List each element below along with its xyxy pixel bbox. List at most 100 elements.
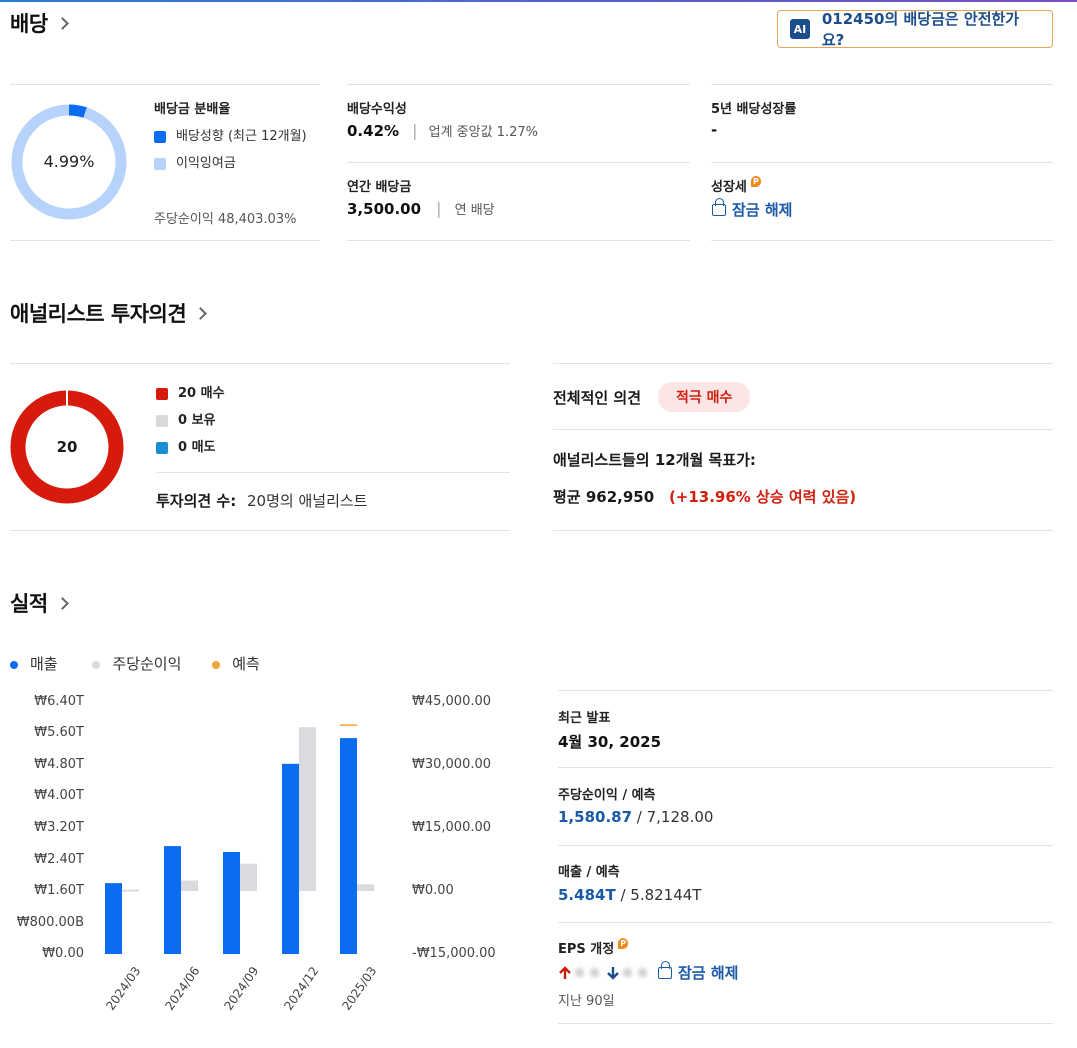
right-axis-tick: ₩30,000.00 <box>412 757 492 772</box>
ai-button-label: 012450의 배당금은 안전한가요? <box>821 10 1020 49</box>
blurred-value <box>638 968 647 977</box>
eps-bar <box>122 889 139 892</box>
target-price-label: 애널리스트들의 12개월 목표가: <box>553 451 756 469</box>
chevron-right-icon <box>194 306 208 320</box>
eps-bar <box>299 727 316 891</box>
divider <box>558 1023 1053 1024</box>
eps-actual-value: 1,580.87 <box>558 808 633 826</box>
blurred-value <box>590 968 599 977</box>
separator: | <box>436 199 442 218</box>
top-accent-line <box>0 0 1077 2</box>
earnings-title-text: 실적 <box>10 592 48 616</box>
divider <box>711 240 1053 241</box>
legend-retained: 이익잉여금 <box>154 152 236 171</box>
analyst-count-value: 20명의 애널리스트 <box>247 492 368 510</box>
revenue-forecast-value: / 5.82144T <box>615 886 702 904</box>
divider <box>553 429 1053 430</box>
legend-revenue-label: 매출 <box>30 655 58 673</box>
eps-forecast-label: 주당순이익 / 예측 <box>558 788 656 803</box>
legend-retained-label: 이익잉여금 <box>176 156 236 171</box>
left-axis-tick: ₩3.20T <box>34 820 84 835</box>
divider <box>10 530 510 531</box>
left-axis-tick: ₩4.80T <box>34 757 84 772</box>
eps-forecast-row: 1,580.87 / 7,128.00 <box>558 808 713 826</box>
divider <box>10 240 320 241</box>
legend-dot-eps <box>92 660 101 669</box>
left-axis-tick: ₩800.00B <box>16 915 84 930</box>
legend-forecast[interactable]: 예측 <box>212 655 260 673</box>
divider <box>558 690 1053 691</box>
ai-dividend-question-button[interactable]: AI 012450의 배당금은 안전한가요? <box>777 10 1053 49</box>
divider <box>553 530 1053 531</box>
x-axis-label: 2024/09 <box>221 964 262 1013</box>
right-axis-tick: ₩45,000.00 <box>412 694 492 709</box>
dividend-title-text: 배당 <box>10 12 48 36</box>
divider <box>10 363 510 364</box>
revision-period: 지난 90일 <box>558 994 615 1009</box>
payout-ratio-title: 배당금 분배율 <box>154 102 231 117</box>
arrow-up-icon <box>559 965 571 979</box>
eps-revision-row: 잠금 해제 <box>558 960 738 983</box>
eps-revision-label-text: EPS 개정 <box>558 942 615 957</box>
divider <box>347 162 690 163</box>
analyst-section-title[interactable]: 애널리스트 투자의견 <box>10 298 208 328</box>
earnings-chart <box>105 724 374 954</box>
legend-dot-forecast <box>212 660 221 669</box>
legend-swatch-hold <box>156 414 168 427</box>
eps-bar <box>357 884 374 891</box>
target-price-average: 평균 962,950 <box>553 488 655 506</box>
arrow-down-icon <box>607 966 619 980</box>
industry-median: 업계 중앙값 1.27% <box>428 125 538 140</box>
legend-swatch-buy <box>156 387 168 400</box>
eps-revision-label: EPS 개정 P <box>558 938 629 957</box>
legend-buy-label: 20 매수 <box>178 386 225 401</box>
x-axis-label: 2025/03 <box>339 964 380 1013</box>
growth-unlock-button[interactable]: 잠금 해제 <box>712 197 793 220</box>
unlock-label: 잠금 해제 <box>732 201 793 219</box>
legend-eps[interactable]: 주당순이익 <box>92 655 181 673</box>
dividend-frequency: 연 배당 <box>454 203 495 218</box>
earnings-section-title[interactable]: 실적 <box>10 588 69 618</box>
legend-hold: 0 보유 <box>156 409 216 428</box>
legend-sell: 0 매도 <box>156 436 216 455</box>
target-price-row: 평균 962,950 (+13.96% 상승 여력 있음) <box>553 486 856 507</box>
eps-forecast-value: / 7,128.00 <box>632 808 714 826</box>
legend-revenue[interactable]: 매출 <box>10 655 58 673</box>
legend-hold-label: 0 보유 <box>178 413 216 428</box>
left-axis-tick: ₩1.60T <box>34 883 84 898</box>
divider <box>711 84 1053 85</box>
target-price-upside: (+13.96% 상승 여력 있음) <box>668 488 857 506</box>
dividend-yield-row: 0.42% | 업계 중앙값 1.27% <box>347 121 538 140</box>
divider <box>347 240 690 241</box>
divider <box>558 845 1053 846</box>
legend-swatch-retained <box>154 157 166 170</box>
annual-dividend-row: 3,500.00 | 연 배당 <box>347 199 495 218</box>
right-axis-tick: ₩0.00 <box>412 883 454 898</box>
dividend-growth-value: - <box>711 121 718 139</box>
lock-icon <box>658 960 672 979</box>
blurred-value <box>575 968 584 977</box>
growth-stock-label-text: 성장세 <box>711 180 747 195</box>
eps-bar <box>181 880 198 891</box>
divider <box>558 767 1053 768</box>
left-axis-tick: ₩2.40T <box>34 852 84 867</box>
right-axis-tick: ₩15,000.00 <box>412 820 492 835</box>
right-axis-tick: -₩15,000.00 <box>412 946 496 961</box>
left-axis-tick: ₩6.40T <box>34 694 84 709</box>
analyst-count-center: 20 <box>56 438 78 456</box>
legend-sell-label: 0 매도 <box>178 440 216 455</box>
dividend-yield-label: 배당수익성 <box>347 102 407 117</box>
dividend-growth-label: 5년 배당성장률 <box>711 102 797 117</box>
dividend-section-title[interactable]: 배당 <box>10 8 69 38</box>
overall-opinion-label: 전체적인 의견 <box>553 389 642 407</box>
overall-opinion-badge: 적극 매수 <box>658 382 751 412</box>
left-axis-tick: ₩4.00T <box>34 788 84 803</box>
revenue-forecast-row: 5.484T / 5.82144T <box>558 886 701 904</box>
premium-badge-icon: P <box>618 938 629 949</box>
legend-forecast-label: 예측 <box>232 655 260 673</box>
latest-report-label: 최근 발표 <box>558 711 611 726</box>
legend-swatch-sell <box>156 441 168 454</box>
eps-bar <box>240 863 257 891</box>
eps-unlock-button[interactable]: 잠금 해제 <box>658 960 738 983</box>
x-axis-label: 2024/06 <box>162 964 203 1013</box>
